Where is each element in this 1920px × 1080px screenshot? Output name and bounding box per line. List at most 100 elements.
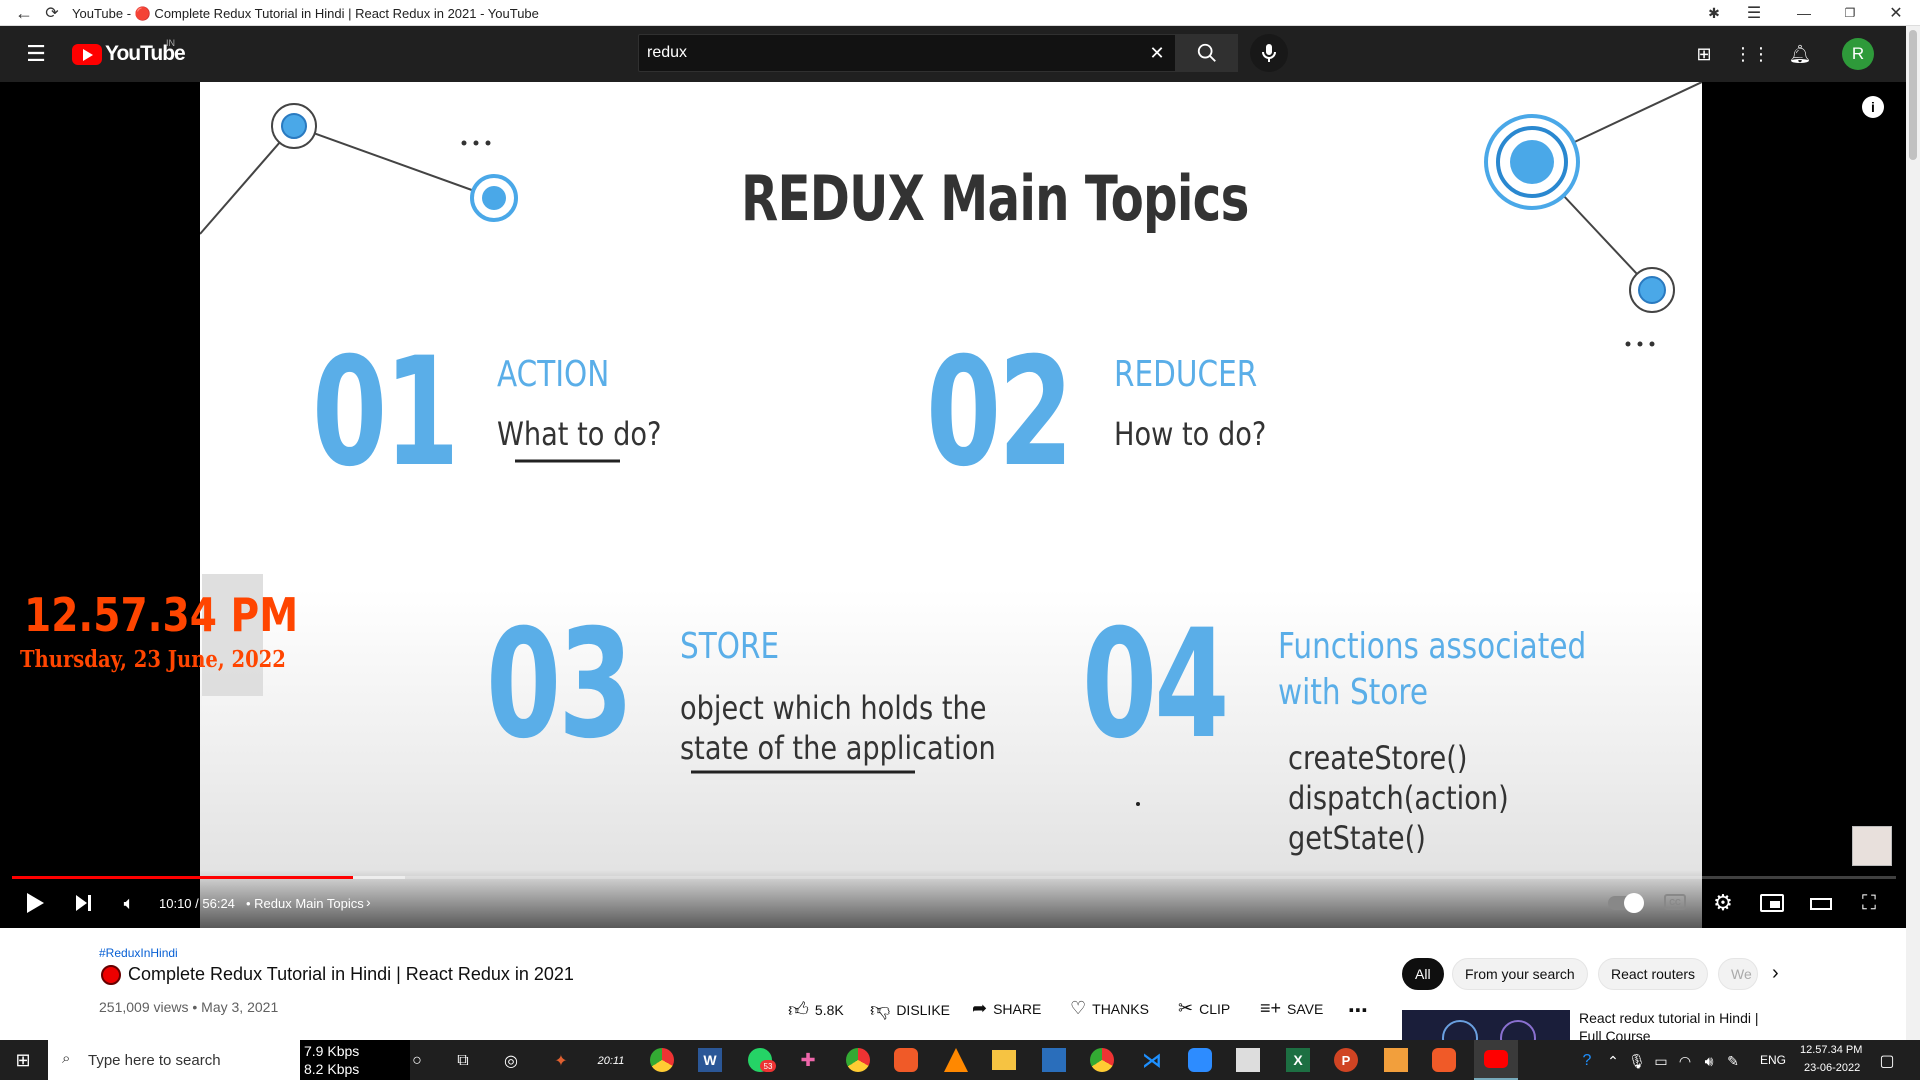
channel-watermark[interactable] xyxy=(1852,826,1892,866)
video-hashtag[interactable]: #ReduxInHindi xyxy=(99,946,178,960)
youtube-logo[interactable]: YouTube IN xyxy=(72,38,186,66)
pen-icon[interactable]: ✎ xyxy=(1724,1050,1742,1072)
chip-react-routers[interactable]: React routers xyxy=(1598,958,1709,990)
net-up-speed: 8.2 Kbps xyxy=(304,1061,360,1077)
brave-icon[interactable] xyxy=(894,1048,918,1072)
close-icon[interactable]: ✕ xyxy=(1886,3,1906,23)
windows-start-icon[interactable]: ⊞ xyxy=(10,1048,36,1072)
clear-search-icon[interactable]: ✕ xyxy=(1147,43,1167,63)
function-createstore: createStore() xyxy=(1288,739,1468,777)
overlay-date: Thursday, 23 June, 2022 xyxy=(20,646,286,673)
miniplayer-icon[interactable] xyxy=(1760,894,1784,912)
minimize-icon[interactable]: — xyxy=(1794,3,1814,23)
chevron-right-icon[interactable]: › xyxy=(366,894,371,910)
topic-heading-functions-line1: Functions associated xyxy=(1278,626,1587,667)
notifications-bell-icon[interactable]: 🔔︎ xyxy=(1788,42,1812,66)
reload-icon[interactable]: ⟳ xyxy=(42,3,62,23)
youtube-taskbar-icon xyxy=(1484,1050,1508,1068)
video-player[interactable]: REDUX Main Topics 01 ACTION What to do? … xyxy=(0,82,1906,928)
search-button[interactable] xyxy=(1176,34,1238,72)
live-red-dot-icon xyxy=(101,965,121,985)
wifi-icon[interactable]: ◠ xyxy=(1676,1050,1694,1072)
info-icon[interactable]: i xyxy=(1862,96,1884,118)
chip-partial[interactable]: We xyxy=(1718,958,1758,990)
cortana-icon[interactable]: ○ xyxy=(406,1050,428,1072)
slack-icon[interactable]: ✚ xyxy=(796,1048,820,1072)
thanks-button[interactable]: ♡ THANKS xyxy=(1070,998,1149,1019)
autoplay-toggle[interactable] xyxy=(1608,893,1644,913)
topic-desc-action: What to do? xyxy=(497,415,662,453)
chrome-2-icon[interactable] xyxy=(1090,1048,1114,1072)
file-explorer-icon[interactable] xyxy=(992,1050,1016,1070)
theater-mode-icon[interactable] xyxy=(1810,898,1832,910)
create-video-icon[interactable]: ⊞ xyxy=(1692,42,1716,66)
language-indicator[interactable]: ENG xyxy=(1760,1053,1786,1067)
tray-mic-icon[interactable]: 🎙︎ xyxy=(1628,1050,1646,1072)
next-button[interactable] xyxy=(70,890,96,916)
tray-chevron-up-icon[interactable]: ⌃ xyxy=(1604,1050,1622,1072)
save-button[interactable]: ≡+ SAVE xyxy=(1260,998,1323,1019)
brave-2-icon[interactable] xyxy=(1432,1048,1456,1072)
more-actions-icon[interactable]: ⋯ xyxy=(1348,998,1368,1023)
chips-next-chevron-icon[interactable]: › xyxy=(1772,962,1779,985)
settings-gear-icon[interactable]: ⚙ xyxy=(1710,890,1736,916)
vlc-icon[interactable] xyxy=(944,1048,968,1072)
zoom-icon[interactable] xyxy=(1188,1048,1212,1072)
voice-search-button[interactable] xyxy=(1250,34,1288,72)
progress-bar[interactable] xyxy=(12,876,1896,879)
back-arrow-icon[interactable]: ← xyxy=(14,3,34,23)
photos-icon[interactable] xyxy=(1042,1048,1066,1072)
page-scrollbar[interactable] xyxy=(1906,26,1920,1040)
like-button[interactable]: 👍︎ 5.8K xyxy=(788,998,844,1022)
excel-icon[interactable]: X xyxy=(1286,1048,1310,1072)
fullscreen-icon[interactable]: ⛶ xyxy=(1856,890,1882,916)
battery-icon[interactable]: ▭ xyxy=(1652,1050,1670,1072)
function-getstate: getState() xyxy=(1288,819,1426,857)
avatar[interactable]: R xyxy=(1842,38,1874,70)
suggested-title-line1[interactable]: React redux tutorial in Hindi | xyxy=(1579,1010,1759,1026)
hamburger-menu-icon[interactable]: ☰ xyxy=(24,41,48,66)
restore-icon[interactable]: ❐ xyxy=(1840,3,1860,23)
youtube-app-active[interactable] xyxy=(1474,1040,1518,1080)
clock-app-icon[interactable]: 20:11 xyxy=(596,1050,626,1072)
help-icon[interactable]: ? xyxy=(1576,1050,1598,1072)
play-button[interactable] xyxy=(22,890,48,916)
dislike-button[interactable]: 👎︎ DISLIKE xyxy=(870,998,950,1022)
obs-app-icon[interactable]: ◎ xyxy=(500,1050,522,1072)
whatsapp-icon[interactable]: 53 xyxy=(748,1048,776,1072)
browser-title-bar: ← ⟳ YouTube - 🔴 Complete Redux Tutorial … xyxy=(0,0,1920,26)
media-app-icon[interactable] xyxy=(1384,1048,1408,1072)
clip-label: CLIP xyxy=(1199,1000,1231,1017)
task-view-icon[interactable]: ⧉ xyxy=(452,1050,474,1072)
function-dispatch: dispatch(action) xyxy=(1288,779,1509,817)
notification-center-icon[interactable]: ▢ xyxy=(1876,1050,1898,1072)
vscode-icon[interactable]: ⋊ xyxy=(1140,1048,1164,1072)
suggested-title-line2[interactable]: Full Course xyxy=(1579,1028,1651,1040)
word-icon[interactable]: W xyxy=(698,1048,722,1072)
menu-icon[interactable]: ☰ xyxy=(1744,3,1764,23)
clip-button[interactable]: ✂ CLIP xyxy=(1178,998,1230,1019)
apps-grid-icon[interactable]: ⋮⋮ xyxy=(1734,42,1770,66)
taskbar-clock-date[interactable]: 23-06-2022 xyxy=(1804,1062,1860,1074)
chrome-icon[interactable] xyxy=(650,1048,674,1072)
share-button[interactable]: ➦ SHARE xyxy=(972,998,1041,1019)
scrollbar-thumb[interactable] xyxy=(1909,30,1917,160)
subtitles-icon[interactable]: CC xyxy=(1664,894,1686,910)
speaker-icon[interactable]: 🔊︎ xyxy=(1700,1050,1718,1072)
topic-heading-store: STORE xyxy=(680,626,780,667)
chip-from-your-search[interactable]: From your search xyxy=(1452,958,1588,990)
chip-all[interactable]: All xyxy=(1402,958,1444,990)
search-input[interactable] xyxy=(647,35,1127,71)
paint-icon[interactable] xyxy=(1236,1048,1260,1072)
powerpoint-icon[interactable]: P xyxy=(1334,1048,1358,1072)
chapter-title[interactable]: • Redux Main Topics xyxy=(246,896,364,911)
suggested-video-thumbnail[interactable] xyxy=(1402,1010,1570,1040)
chrome-profile-icon[interactable] xyxy=(846,1048,870,1072)
extensions-icon[interactable]: ✱ xyxy=(1704,3,1724,23)
playlist-add-icon: ≡+ xyxy=(1260,998,1282,1018)
pin-app-icon[interactable]: ✦ xyxy=(550,1050,572,1072)
taskbar-search-box[interactable]: ⌕ Type here to search xyxy=(48,1040,300,1080)
taskbar-clock-time[interactable]: 12.57.34 PM xyxy=(1800,1044,1862,1056)
search-box[interactable]: ✕ xyxy=(638,34,1176,72)
volume-icon[interactable]: 🔈︎ xyxy=(116,890,142,916)
